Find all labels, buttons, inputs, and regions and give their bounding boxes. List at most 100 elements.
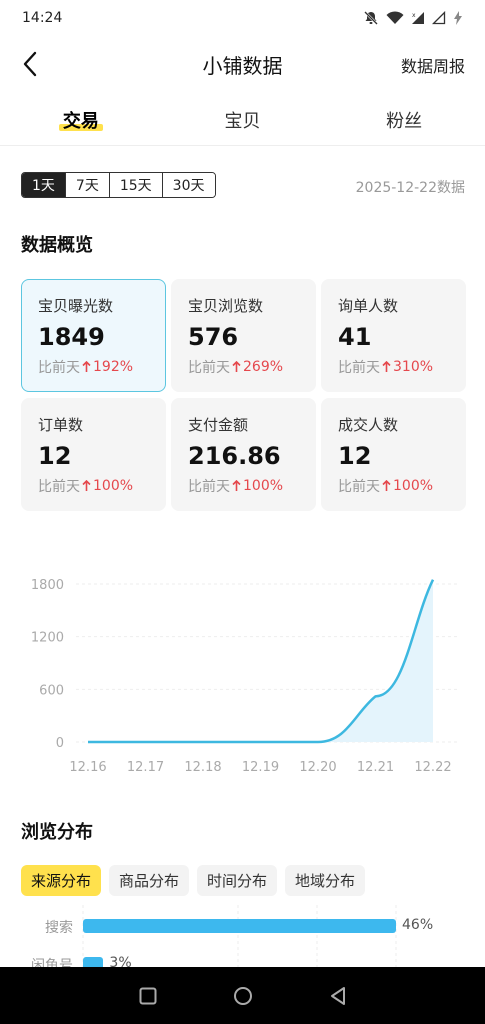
metric-value: 1849 <box>38 323 105 351</box>
metric-compare: 比前天 269% <box>188 357 300 377</box>
metric-change-value: 100% <box>93 478 134 494</box>
metric-change: 100% <box>380 478 433 494</box>
metric-label: 订单数 <box>38 416 84 434</box>
arrow-up-icon <box>82 480 91 491</box>
metric-change: 100% <box>230 478 283 494</box>
metric-label: 宝贝曝光数 <box>38 297 114 315</box>
back-button[interactable] <box>14 48 46 80</box>
metric-label: 成交人数 <box>338 416 399 434</box>
x-tick-label: 12.20 <box>299 760 336 775</box>
metric-change-value: 192% <box>93 359 134 375</box>
metric-value: 12 <box>338 442 372 470</box>
tab-items[interactable]: 宝贝 <box>162 98 324 142</box>
metric-compare: 比前天 100% <box>338 476 450 496</box>
signal-icon: x <box>411 11 425 25</box>
x-tick-label: 12.18 <box>184 760 221 775</box>
metric-label: 宝贝浏览数 <box>188 297 264 315</box>
x-tick-label: 12.22 <box>414 760 451 775</box>
metric-label: 支付金额 <box>188 416 249 434</box>
metric-value: 12 <box>38 442 72 470</box>
divider <box>0 145 485 146</box>
tab-fans[interactable]: 粉丝 <box>323 98 485 142</box>
metric-card-inquiries[interactable]: 询单人数 41 比前天 310% <box>321 279 466 392</box>
back-nav-button[interactable] <box>318 976 358 1016</box>
y-tick-label: 1200 <box>31 631 64 646</box>
area-fill <box>88 579 433 742</box>
metric-change-value: 310% <box>393 359 434 375</box>
metric-change: 310% <box>380 359 433 375</box>
metric-card-payment[interactable]: 支付金额 216.86 比前天 100% <box>171 398 316 511</box>
trend-chart: 0 600 1200 1800 12.16 12.17 12.18 12.19 12.20 12.… <box>0 560 485 790</box>
trend-chart-svg: 0 600 1200 1800 12.16 12.17 12.18 12.19 12.20 12.… <box>31 578 460 775</box>
weekly-report-link[interactable]: 数据周报 <box>401 53 465 77</box>
tab-source-distribution[interactable]: 来源分布 <box>21 865 102 896</box>
tab-time-distribution[interactable]: 时间分布 <box>197 865 278 896</box>
compare-prefix: 比前天 <box>188 479 230 495</box>
x-tick-label: 12.16 <box>69 760 106 775</box>
tab-label: 宝贝 <box>224 111 261 132</box>
metric-change-value: 100% <box>393 478 434 494</box>
metric-card-buyers[interactable]: 成交人数 12 比前天 100% <box>321 398 466 511</box>
triangle-back-icon <box>330 986 345 1005</box>
svg-text:x: x <box>412 12 416 19</box>
y-tick-label: 600 <box>39 683 64 698</box>
y-tick-label: 0 <box>56 736 64 751</box>
signal-empty-icon <box>432 11 446 25</box>
overview-title: 数据概览 <box>21 235 93 256</box>
compare-prefix: 比前天 <box>188 360 230 376</box>
nav-bar: 小铺数据 数据周报 <box>0 40 485 88</box>
distribution-bar <box>83 919 396 933</box>
range-7-days[interactable]: 7天 <box>65 173 110 197</box>
range-30-days[interactable]: 30天 <box>162 173 215 197</box>
metric-card-views[interactable]: 宝贝浏览数 576 比前天 269% <box>171 279 316 392</box>
arrow-up-icon <box>82 361 91 372</box>
metric-card-exposure[interactable]: 宝贝曝光数 1849 比前天 192% <box>21 279 166 392</box>
main-tabs: 交易 宝贝 粉丝 <box>0 98 485 142</box>
tab-label: 粉丝 <box>386 111 423 132</box>
distribution-label: 闲鱼号 <box>31 958 73 967</box>
metric-change: 192% <box>80 359 133 375</box>
range-selector: 1天 7天 15天 30天 <box>21 172 216 198</box>
compare-prefix: 比前天 <box>38 360 80 376</box>
metric-change-value: 269% <box>243 359 284 375</box>
metric-change: 100% <box>80 478 133 494</box>
compare-prefix: 比前天 <box>38 479 80 495</box>
metric-value: 41 <box>338 323 372 351</box>
recent-apps-button[interactable] <box>128 976 168 1016</box>
square-icon <box>139 987 156 1004</box>
tab-trade[interactable]: 交易 <box>0 98 162 142</box>
metric-compare: 比前天 100% <box>38 476 150 496</box>
mute-bell-icon <box>363 10 379 26</box>
metric-label: 询单人数 <box>338 297 399 315</box>
distribution-row: 闲鱼号 3% <box>0 954 485 967</box>
distribution-bars: 搜索 46% 闲鱼号 3% <box>0 905 485 967</box>
distribution-value: 3% <box>109 955 132 967</box>
metric-compare: 比前天 310% <box>338 357 450 377</box>
arrow-up-icon <box>232 480 241 491</box>
status-icons: x <box>363 10 463 26</box>
metric-change: 269% <box>230 359 283 375</box>
data-date: 2025-12-22数据 <box>355 180 465 196</box>
home-button[interactable] <box>223 976 263 1016</box>
distribution-label: 搜索 <box>45 920 73 936</box>
arrow-up-icon <box>382 480 391 491</box>
metric-change-value: 100% <box>243 478 284 494</box>
arrow-up-icon <box>232 361 241 372</box>
distribution-row: 搜索 46% <box>0 916 485 936</box>
y-tick-label: 1800 <box>31 578 64 593</box>
x-tick-label: 12.17 <box>127 760 164 775</box>
distribution-title: 浏览分布 <box>21 822 93 843</box>
overview-cards: 宝贝曝光数 1849 比前天 192% 宝贝浏览数 576 比前天 269% 询… <box>21 279 467 511</box>
tab-item-distribution[interactable]: 商品分布 <box>109 865 190 896</box>
tab-region-distribution[interactable]: 地域分布 <box>285 865 366 896</box>
compare-prefix: 比前天 <box>338 479 380 495</box>
range-15-days[interactable]: 15天 <box>109 173 163 197</box>
distribution-bar <box>83 957 104 967</box>
status-time: 14:24 <box>22 10 63 26</box>
circle-icon <box>233 986 252 1005</box>
metric-card-orders[interactable]: 订单数 12 比前天 100% <box>21 398 166 511</box>
range-1-day[interactable]: 1天 <box>22 173 66 197</box>
status-bar: 14:24 x <box>0 0 485 36</box>
arrow-up-icon <box>382 361 391 372</box>
metric-value: 216.86 <box>188 442 281 470</box>
